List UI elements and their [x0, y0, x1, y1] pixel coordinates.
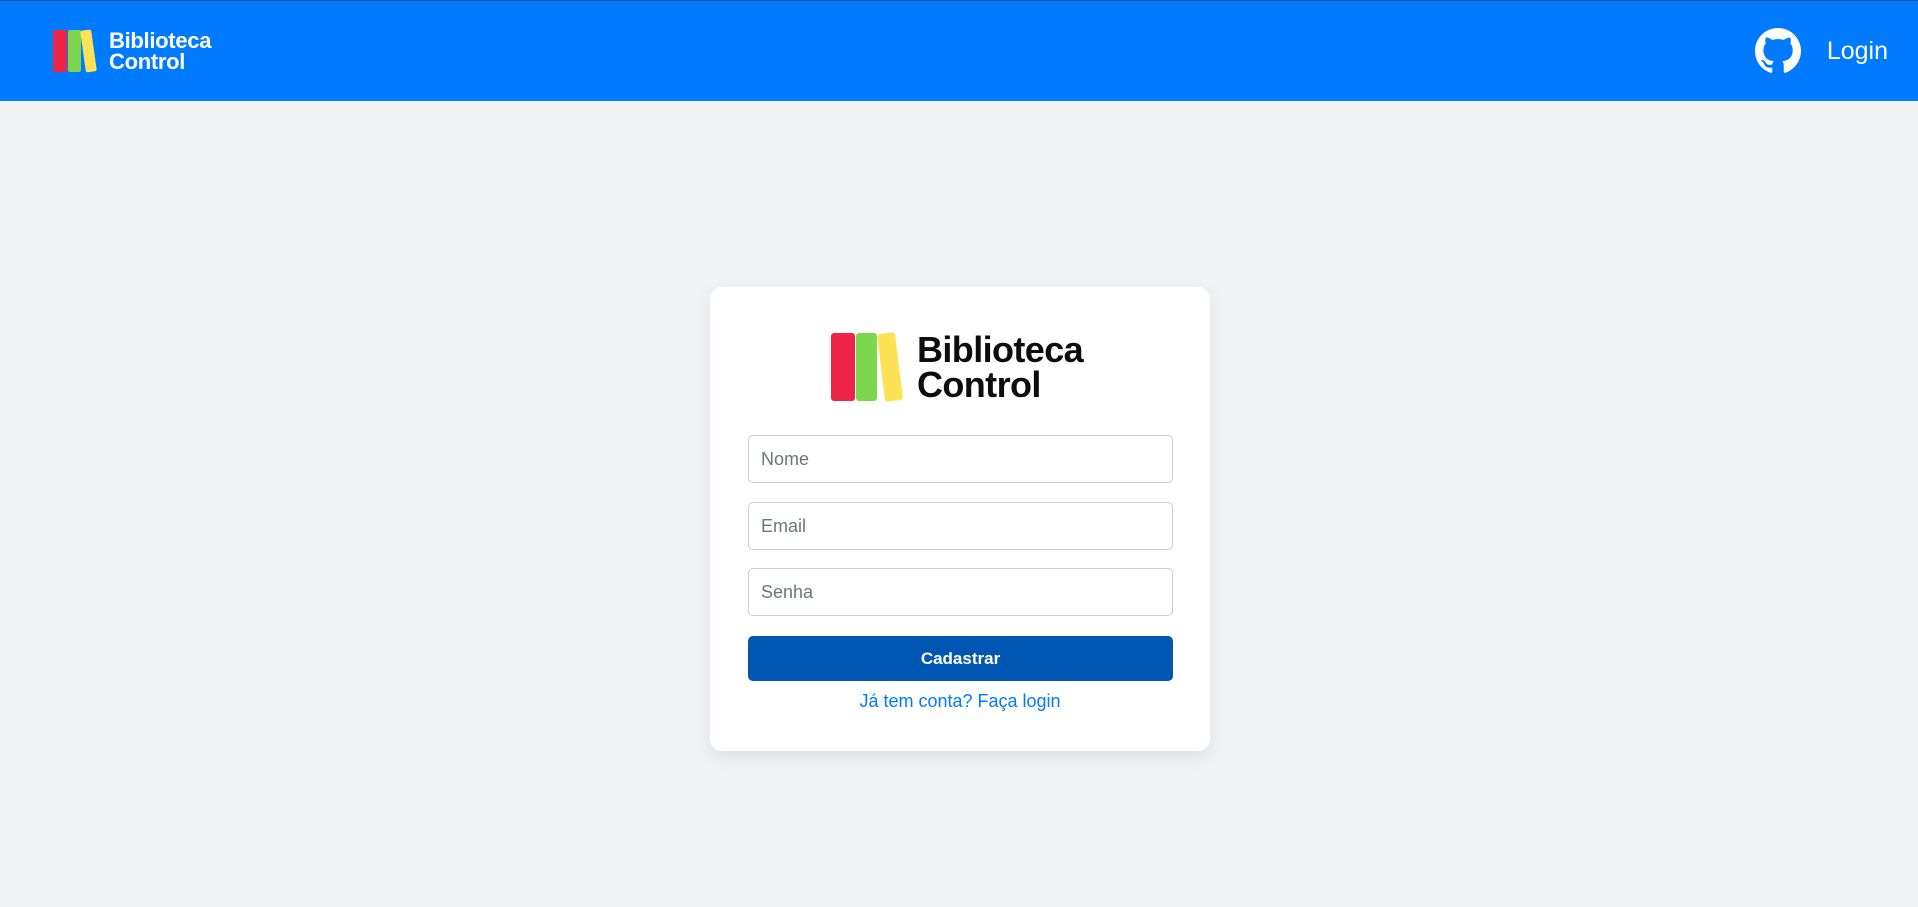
- nome-input[interactable]: [748, 435, 1173, 483]
- github-icon[interactable]: [1754, 28, 1801, 74]
- cadastrar-button[interactable]: Cadastrar: [748, 636, 1173, 681]
- brand-line-1: Biblioteca: [109, 28, 212, 53]
- nav-login-link[interactable]: Login: [1827, 37, 1888, 66]
- register-card: Biblioteca Control Cadastrar Já tem cont…: [710, 287, 1210, 751]
- brand-logo-link[interactable]: Biblioteca Control: [53, 27, 211, 75]
- brand-name: Biblioteca Control: [109, 28, 212, 74]
- logo-line-1: Biblioteca: [917, 329, 1084, 370]
- books-logo-icon: [831, 332, 903, 402]
- books-logo-icon: [53, 29, 97, 73]
- card-logo-text: Biblioteca Control: [917, 329, 1084, 405]
- nav-actions: Login: [1754, 27, 1888, 75]
- login-link[interactable]: Já tem conta? Faça login: [710, 691, 1210, 712]
- card-logo: Biblioteca Control: [831, 329, 1084, 405]
- senha-input[interactable]: [748, 568, 1173, 616]
- logo-line-2: Control: [917, 364, 1041, 405]
- top-navbar: Biblioteca Control Login: [0, 0, 1918, 101]
- brand-line-2: Control: [109, 49, 186, 74]
- email-input[interactable]: [748, 502, 1173, 550]
